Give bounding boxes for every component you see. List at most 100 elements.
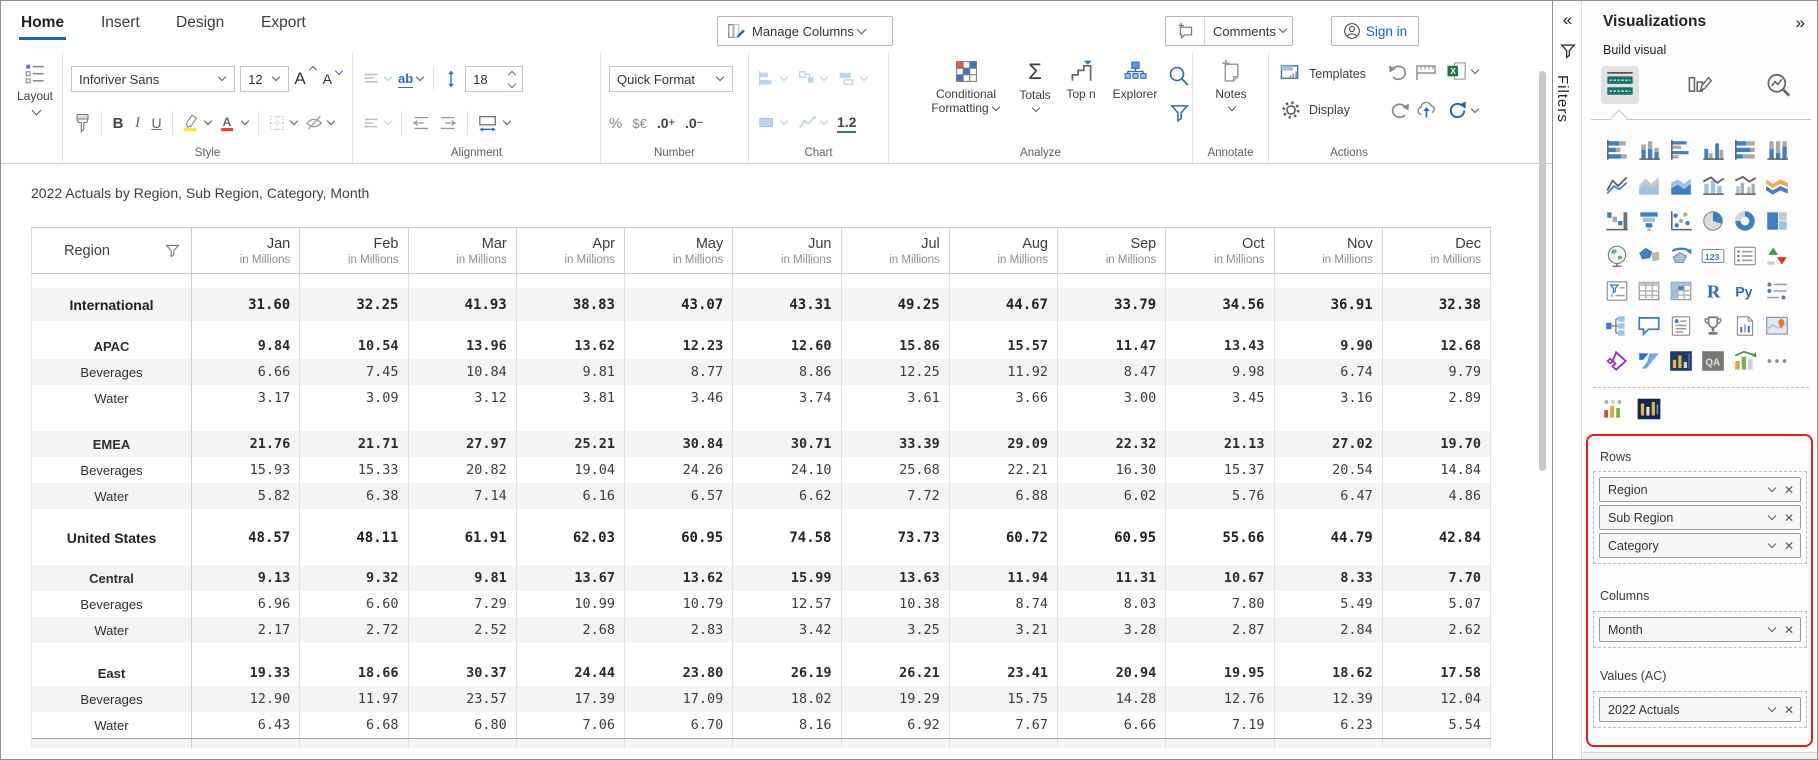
cell[interactable]: 29.09: [950, 431, 1058, 457]
cell[interactable]: [1275, 274, 1383, 288]
cell[interactable]: [625, 554, 734, 565]
row-label[interactable]: Central: [32, 565, 192, 591]
cell[interactable]: [300, 554, 409, 565]
cell[interactable]: 17.09: [625, 686, 734, 712]
cell[interactable]: 18.02: [733, 686, 842, 712]
cell[interactable]: 15.75: [950, 686, 1058, 712]
cell[interactable]: 2.17: [192, 617, 301, 643]
cell[interactable]: 6.68: [300, 712, 409, 738]
cell[interactable]: 3.09: [300, 385, 409, 411]
cell[interactable]: [1383, 509, 1491, 521]
cell[interactable]: 10.79: [625, 591, 734, 617]
cell[interactable]: [950, 554, 1058, 565]
cell[interactable]: 15.37: [1166, 457, 1275, 483]
cell[interactable]: 2.84: [1275, 617, 1383, 643]
cell[interactable]: 6.02: [1058, 483, 1167, 509]
field-pill-category[interactable]: Category ✕: [1599, 533, 1801, 558]
row-label[interactable]: Beverages: [32, 686, 192, 712]
chart-type-hierarchy-icon[interactable]: [797, 69, 829, 89]
undo-icon[interactable]: [1387, 62, 1409, 84]
cell[interactable]: 15.93: [192, 457, 301, 483]
cell[interactable]: 3.16: [1275, 385, 1383, 411]
row-height-stepper[interactable]: [507, 70, 517, 88]
canvas-scrollbar[interactable]: [1539, 71, 1546, 471]
search-icon[interactable]: [1167, 64, 1191, 88]
format-visual-tab[interactable]: [1680, 66, 1718, 104]
cell[interactable]: [192, 643, 301, 660]
paginated-report-icon[interactable]: [1732, 314, 1758, 338]
cell[interactable]: 3.45: [1166, 385, 1275, 411]
increase-font-size-button[interactable]: A: [294, 65, 317, 89]
cell[interactable]: [733, 739, 842, 748]
cell[interactable]: [625, 643, 734, 660]
cell[interactable]: 7.70: [1383, 565, 1491, 591]
cell[interactable]: [1058, 554, 1167, 565]
cell[interactable]: 10.84: [409, 359, 517, 385]
waterfall-chart-icon[interactable]: [1604, 209, 1630, 233]
cell[interactable]: [300, 411, 409, 431]
cell[interactable]: 6.23: [1275, 712, 1383, 738]
wrap-text-button[interactable]: ab: [398, 71, 425, 88]
underline-button[interactable]: U: [149, 115, 164, 131]
cell[interactable]: [192, 274, 301, 288]
vertical-align-icon[interactable]: [361, 69, 393, 89]
filled-map-icon[interactable]: [1636, 244, 1662, 268]
azure-map-icon[interactable]: [1668, 244, 1694, 268]
cell[interactable]: [1383, 321, 1491, 333]
decimal-chart-labels-button[interactable]: 1.2: [837, 114, 857, 133]
table-row[interactable]: Beverages 15.93 15.33 20.82 19.04 24.26 24.10 2…: [31, 457, 1491, 483]
column-header-sep[interactable]: Sep in Millions: [1058, 228, 1167, 273]
cell[interactable]: [1166, 739, 1275, 748]
cell[interactable]: [733, 643, 842, 660]
cell[interactable]: 27.02: [1275, 431, 1383, 457]
table-row[interactable]: Beverages 12.90 11.97 23.57 17.39 17.09 18.02 1…: [31, 686, 1491, 712]
templates-button[interactable]: Templates: [1279, 63, 1366, 84]
column-header-may[interactable]: May in Millions: [625, 228, 734, 273]
cell[interactable]: 9.81: [409, 565, 517, 591]
row-label[interactable]: Beverages: [32, 359, 192, 385]
row-label[interactable]: [32, 321, 192, 333]
cell[interactable]: 11.31: [1058, 565, 1167, 591]
cell[interactable]: 32.38: [1383, 288, 1491, 321]
cell[interactable]: 30.71: [733, 431, 842, 457]
cell[interactable]: [1166, 274, 1275, 288]
slicer-icon[interactable]: [1604, 279, 1630, 303]
cell[interactable]: 12.04: [1383, 686, 1491, 712]
cell[interactable]: 8.03: [1058, 591, 1167, 617]
table-row[interactable]: Water 2.17 2.72 2.52 2.68 2.83 3.42 3.25 3.21 3.2…: [31, 617, 1491, 643]
cell[interactable]: [1058, 643, 1167, 660]
cell[interactable]: 42.84: [1383, 521, 1491, 554]
ribbon-chart-icon[interactable]: [1764, 174, 1790, 198]
increase-indent-icon[interactable]: [437, 113, 459, 133]
cell[interactable]: [409, 554, 517, 565]
field-pill-month[interactable]: Month ✕: [1599, 617, 1801, 642]
column-width-button[interactable]: [476, 113, 512, 133]
cell[interactable]: 19.29: [842, 686, 950, 712]
cell[interactable]: 9.84: [192, 333, 301, 359]
cell[interactable]: [1275, 554, 1383, 565]
cell[interactable]: 7.67: [950, 712, 1058, 738]
cell[interactable]: [1275, 509, 1383, 521]
column-header-jul[interactable]: Jul in Millions: [842, 228, 950, 273]
cell[interactable]: 34.56: [1166, 288, 1275, 321]
cell[interactable]: [1275, 411, 1383, 431]
arcgis-map-icon[interactable]: [1764, 314, 1790, 338]
cell[interactable]: [1058, 739, 1167, 748]
cell[interactable]: 6.43: [192, 712, 301, 738]
cell[interactable]: 7.06: [517, 712, 625, 738]
remove-field-icon[interactable]: ✕: [1784, 511, 1794, 525]
cell[interactable]: [842, 554, 950, 565]
clustered-bar-chart-icon[interactable]: [1668, 139, 1694, 163]
custom-visual-qa-icon[interactable]: QA: [1700, 349, 1726, 373]
cell[interactable]: 49.25: [842, 288, 950, 321]
chart-type-bar-icon[interactable]: [757, 69, 789, 89]
tab-home[interactable]: Home: [18, 14, 67, 40]
cell[interactable]: 9.81: [517, 359, 625, 385]
100-stacked-bar-chart-icon[interactable]: [1732, 139, 1758, 163]
cell[interactable]: [950, 509, 1058, 521]
cell[interactable]: 3.42: [733, 617, 842, 643]
cell[interactable]: 6.74: [1275, 359, 1383, 385]
cell[interactable]: 24.44: [517, 660, 625, 686]
cell[interactable]: 13.63: [842, 565, 950, 591]
stacked-column-chart-icon[interactable]: [1636, 139, 1662, 163]
